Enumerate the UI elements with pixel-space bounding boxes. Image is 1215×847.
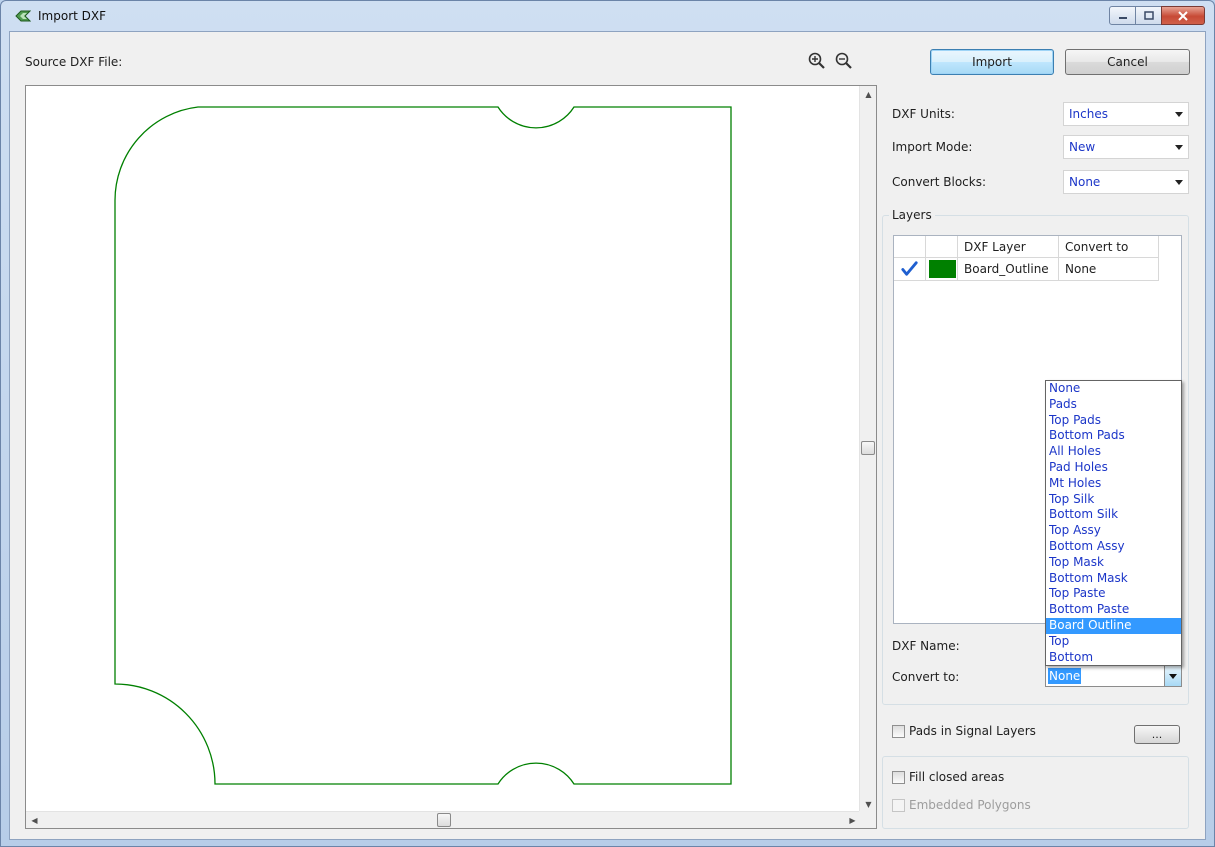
app-icon (15, 10, 31, 22)
dropdown-option[interactable]: Top Assy (1046, 523, 1181, 539)
window-title: Import DXF (38, 9, 107, 23)
zoom-in-icon[interactable] (807, 51, 827, 71)
dropdown-option[interactable]: Bottom Assy (1046, 539, 1181, 555)
title-bar[interactable]: Import DXF (1, 1, 1214, 31)
horizontal-scrollbar[interactable]: ◀ ▶ (26, 811, 861, 828)
layers-group-title: Layers (889, 208, 935, 222)
pads-in-signal-layers-checkbox[interactable]: Pads in Signal Layers (892, 724, 1036, 738)
vertical-scroll-thumb[interactable] (861, 441, 875, 455)
layers-header-color (926, 236, 958, 258)
layers-header-convert-to[interactable]: Convert to (1059, 236, 1159, 258)
scroll-left-icon[interactable]: ◀ (26, 812, 43, 829)
import-button[interactable]: Import (930, 49, 1054, 75)
dropdown-option[interactable]: Board Outline (1046, 617, 1181, 634)
chevron-down-icon (1175, 180, 1183, 185)
caption-buttons (1109, 6, 1205, 25)
board-outline-drawing (114, 106, 732, 785)
dropdown-button[interactable] (1164, 666, 1181, 686)
chevron-down-icon (1175, 112, 1183, 117)
convert-blocks-value: None (1069, 175, 1101, 189)
chevron-down-icon (1175, 145, 1183, 150)
dropdown-option[interactable]: Bottom Mask (1046, 571, 1181, 587)
checkbox-box[interactable] (892, 724, 905, 738)
scroll-up-icon[interactable]: ▲ (860, 86, 877, 103)
convert-blocks-label: Convert Blocks: (892, 175, 987, 189)
dropdown-option[interactable]: Bottom Paste (1046, 602, 1181, 618)
scroll-corner (859, 811, 876, 828)
zoom-out-icon[interactable] (834, 51, 854, 71)
convert-to-dropdown-list[interactable]: None Pads Top Pads Bottom Pads All Holes Pad … (1045, 380, 1182, 666)
close-icon (1162, 7, 1204, 24)
convert-to-label: Convert to: (892, 670, 960, 684)
close-button[interactable] (1161, 6, 1205, 25)
embedded-polygons-checkbox: Embedded Polygons (892, 798, 1031, 812)
pads-in-signal-layers-label: Pads in Signal Layers (909, 724, 1036, 738)
dropdown-option[interactable]: Top Silk (1046, 492, 1181, 508)
fill-closed-areas-checkbox[interactable]: Fill closed areas (892, 770, 1004, 784)
dropdown-option[interactable]: Top Pads (1046, 413, 1181, 429)
dxf-preview-canvas[interactable]: ▲ ▼ ◀ ▶ (25, 85, 877, 829)
dropdown-option[interactable]: Mt Holes (1046, 476, 1181, 492)
dropdown-option[interactable]: Bottom (1046, 650, 1181, 666)
horizontal-scroll-thumb[interactable] (437, 813, 451, 827)
chevron-down-icon (1169, 673, 1177, 679)
board-outline-path (114, 106, 732, 785)
source-file-label: Source DXF File: (25, 55, 123, 69)
convert-to-select[interactable]: None (1045, 665, 1182, 687)
import-mode-label: Import Mode: (892, 140, 973, 154)
dxf-units-label: DXF Units: (892, 107, 955, 121)
dropdown-option[interactable]: Top Paste (1046, 586, 1181, 602)
dropdown-option[interactable]: Top Mask (1046, 555, 1181, 571)
layer-check-cell[interactable] (894, 258, 926, 281)
checkbox-box (892, 798, 905, 812)
cancel-button[interactable]: Cancel (1065, 49, 1190, 75)
dxf-name-label: DXF Name: (892, 639, 960, 653)
dropdown-option[interactable]: Pads (1046, 397, 1181, 413)
layer-convert-cell[interactable]: None (1059, 258, 1159, 281)
layer-name-cell[interactable]: Board_Outline (958, 258, 1059, 281)
embedded-polygons-label: Embedded Polygons (909, 798, 1031, 812)
vertical-scrollbar[interactable]: ▲ ▼ (859, 86, 876, 813)
layers-header-dxf-layer[interactable]: DXF Layer (958, 236, 1059, 258)
dropdown-option[interactable]: Top (1046, 634, 1181, 650)
maximize-icon (1136, 7, 1161, 24)
dropdown-option[interactable]: Bottom Silk (1046, 507, 1181, 523)
layer-color-cell[interactable] (926, 258, 958, 281)
dropdown-option[interactable]: None (1046, 381, 1181, 397)
more-options-button[interactable]: ... (1134, 725, 1180, 744)
convert-to-value: None (1048, 668, 1082, 684)
checkbox-box[interactable] (892, 770, 905, 784)
checkmark-icon (901, 261, 918, 276)
layers-header-check (894, 236, 926, 258)
maximize-button[interactable] (1135, 6, 1162, 25)
dropdown-option[interactable]: Pad Holes (1046, 460, 1181, 476)
layer-color-swatch (929, 260, 956, 278)
dxf-units-value: Inches (1069, 107, 1108, 121)
import-dxf-window: Import DXF Source DXF File: ▲ ▼ ◀ ▶ Impo… (0, 0, 1215, 847)
fill-options-group (882, 756, 1189, 829)
dialog-client-area: Source DXF File: ▲ ▼ ◀ ▶ Import Cancel D… (9, 31, 1206, 840)
import-mode-select[interactable]: New (1063, 135, 1189, 159)
import-mode-value: New (1069, 140, 1096, 154)
convert-blocks-select[interactable]: None (1063, 170, 1189, 194)
dropdown-option[interactable]: Bottom Pads (1046, 428, 1181, 444)
fill-closed-areas-label: Fill closed areas (909, 770, 1005, 784)
minimize-button[interactable] (1109, 6, 1136, 25)
dropdown-option[interactable]: All Holes (1046, 444, 1181, 460)
dxf-units-select[interactable]: Inches (1063, 102, 1189, 126)
minimize-icon (1110, 7, 1135, 24)
